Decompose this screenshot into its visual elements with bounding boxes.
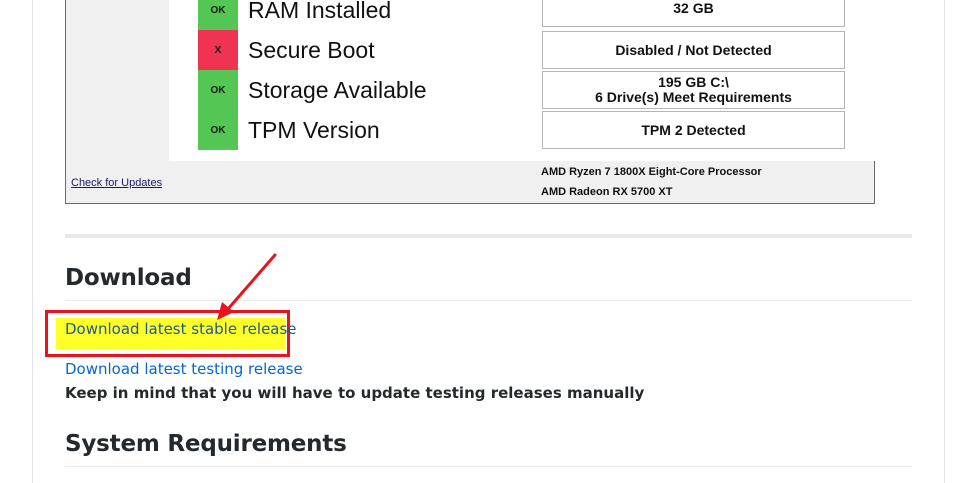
- requirement-row-secure-boot: X Secure Boot Disabled / Not Detected: [169, 30, 875, 70]
- requirement-label: TPM Version: [248, 117, 380, 143]
- download-testing-link[interactable]: Download latest testing release: [65, 360, 303, 378]
- download-stable-link[interactable]: Download latest stable release: [65, 320, 297, 338]
- requirement-label: RAM Installed: [248, 0, 392, 23]
- section-divider: [65, 234, 912, 238]
- status-ok-badge: OK: [198, 70, 238, 110]
- requirement-value: 32 GB: [542, 0, 845, 27]
- download-heading: Download: [65, 265, 192, 291]
- requirement-label: Secure Boot: [248, 37, 375, 63]
- requirement-value: Disabled / Not Detected: [542, 31, 845, 69]
- heading-rule: [65, 466, 912, 467]
- requirement-value: 195 GB C:\ 6 Drive(s) Meet Requirements: [542, 71, 845, 109]
- requirement-row-tpm: OK TPM Version TPM 2 Detected: [169, 110, 875, 150]
- status-fail-badge: X: [198, 30, 238, 70]
- requirements-panel: OK RAM Installed 32 GB X Secure Boot Dis…: [169, 0, 875, 161]
- heading-rule: [65, 300, 912, 301]
- status-ok-badge: OK: [198, 110, 238, 150]
- requirement-row-ram: OK RAM Installed 32 GB: [169, 0, 875, 30]
- gpu-info: AMD Radeon RX 5700 XT: [541, 186, 673, 198]
- requirement-row-storage: OK Storage Available 195 GB C:\ 6 Drive(…: [169, 70, 875, 110]
- system-requirements-heading: System Requirements: [65, 431, 347, 457]
- check-for-updates-link[interactable]: Check for Updates: [71, 177, 162, 189]
- status-ok-badge: OK: [198, 0, 238, 30]
- cpu-info: AMD Ryzen 7 1800X Eight-Core Processor: [541, 166, 762, 178]
- testing-note: Keep in mind that you will have to updat…: [65, 384, 645, 402]
- requirement-value: TPM 2 Detected: [542, 111, 845, 149]
- app-screenshot: OK RAM Installed 32 GB X Secure Boot Dis…: [65, 0, 875, 204]
- requirement-label: Storage Available: [248, 77, 427, 103]
